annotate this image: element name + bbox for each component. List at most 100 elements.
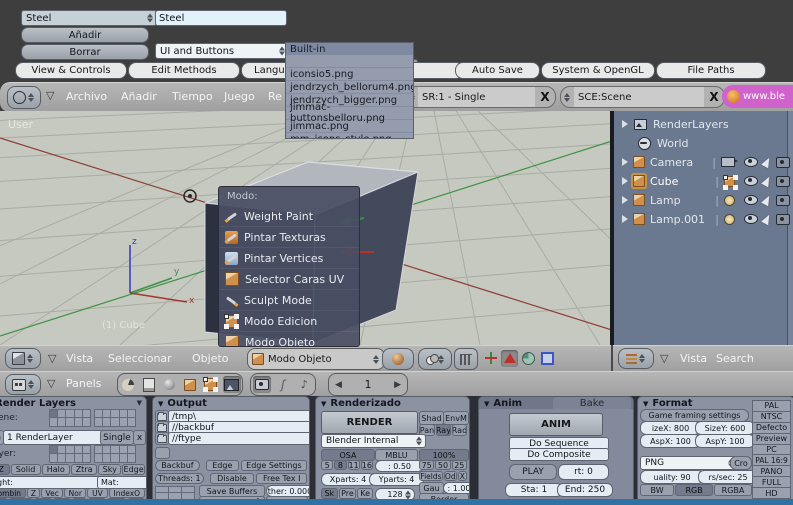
translate-manipulator-toggle[interactable] xyxy=(482,350,499,367)
expand-icon[interactable] xyxy=(622,177,628,185)
osa-16[interactable]: 16 xyxy=(360,460,373,470)
panel-collapse-icon[interactable]: ▼ xyxy=(643,400,648,408)
editing-context-button[interactable] xyxy=(202,376,220,393)
quality-field[interactable]: uality: 90 xyxy=(640,470,704,484)
scene-layers-grid[interactable] xyxy=(48,408,92,427)
editor-type-dropdown[interactable] xyxy=(5,348,41,369)
panel-collapse-icon[interactable]: ▼ xyxy=(484,400,489,408)
delete-layer-button[interactable]: x xyxy=(133,430,146,445)
toggle-allz[interactable]: Z xyxy=(0,464,10,475)
menu-anadir[interactable]: Añadir xyxy=(121,90,157,103)
menu-juego[interactable]: Juego xyxy=(224,90,255,103)
fps-field[interactable]: rs/sec: 25 xyxy=(698,470,758,484)
manipulator-toggle[interactable] xyxy=(454,348,478,370)
tab-anim[interactable]: ▼ Anim xyxy=(484,398,522,409)
free-tex-toggle[interactable]: Free Tex I xyxy=(256,473,307,484)
tab-view-controls[interactable]: View & Controls xyxy=(15,62,127,79)
fields-x-toggle[interactable]: X xyxy=(457,471,467,481)
sizex-field[interactable]: izeX: 800 xyxy=(640,421,701,435)
draw-type-dropdown[interactable] xyxy=(382,348,414,370)
screen-field[interactable]: SR:1 - Single xyxy=(418,87,535,107)
aspy-field[interactable]: AspY: 100 xyxy=(695,434,755,448)
start-frame-field[interactable]: Sta: 1 xyxy=(505,483,563,497)
key-toggle[interactable]: Ke xyxy=(357,488,373,499)
yparts-field[interactable]: Yparts: 4 xyxy=(369,473,424,486)
pass-vec[interactable]: Vec xyxy=(41,488,64,498)
toggle-halo[interactable]: Halo xyxy=(41,464,70,475)
rotate-manipulator-toggle[interactable] xyxy=(501,349,518,367)
preset-pano[interactable]: PANO xyxy=(752,466,791,478)
display-grid[interactable] xyxy=(154,485,196,500)
do-composite-toggle[interactable]: Do Composite xyxy=(509,448,609,461)
visibility-toggle-icon[interactable] xyxy=(744,176,758,186)
toggle-ztra[interactable]: Ztra xyxy=(70,464,98,475)
menu-render[interactable]: Re xyxy=(268,90,282,103)
scene-layers-grid2[interactable] xyxy=(93,408,137,427)
visibility-toggle-icon[interactable] xyxy=(744,214,758,224)
manipulator-space-toggle[interactable] xyxy=(539,350,556,367)
option-iconsio5[interactable]: iconsio5.png xyxy=(286,67,413,80)
sequencer-subcontext-button[interactable]: ʃ xyxy=(274,376,292,393)
preset-default[interactable]: Defecto xyxy=(752,422,791,434)
renderlayer-name-field[interactable]: 1 RenderLayer xyxy=(3,430,107,445)
renderability-toggle-icon[interactable] xyxy=(776,156,790,168)
panel-collapse-icon[interactable]: ▼ xyxy=(158,400,163,408)
panel-collapse-icon[interactable]: ▼ xyxy=(321,400,326,408)
size-25[interactable]: 25 xyxy=(451,460,467,470)
stepper-icon[interactable] xyxy=(147,13,154,23)
odd-toggle[interactable]: Od xyxy=(443,471,457,481)
play-button[interactable]: PLAY xyxy=(509,464,557,480)
object-context-button[interactable] xyxy=(181,376,199,393)
pass-combined[interactable]: ombin xyxy=(0,488,26,498)
size-75[interactable]: 75 xyxy=(419,460,435,470)
selectability-toggle-icon[interactable] xyxy=(761,212,773,226)
script-context-button[interactable] xyxy=(140,376,158,393)
shading-context-button[interactable] xyxy=(161,376,179,393)
outliner-menu-vista[interactable]: Vista xyxy=(680,352,707,365)
layer-grid[interactable] xyxy=(48,444,92,463)
end-frame-field[interactable]: End: 250 xyxy=(557,483,613,497)
menu-panels[interactable]: Panels xyxy=(66,377,101,390)
outliner-row-camera[interactable]: Camera | xyxy=(622,153,790,171)
rgba-toggle[interactable]: RGBA xyxy=(714,484,752,496)
panel-title[interactable]: ▼ Renderizado xyxy=(321,398,401,409)
xparts-field[interactable]: Xparts: 4 xyxy=(321,473,375,486)
mode-item-uv-face-select[interactable]: Selector Caras UV xyxy=(219,269,359,290)
theme-selector[interactable]: Steel xyxy=(21,10,157,26)
pass-z[interactable]: Z xyxy=(26,488,41,498)
mode-item-texture-paint[interactable]: Pintar Texturas xyxy=(219,227,359,248)
menu-seleccionar[interactable]: Seleccionar xyxy=(108,352,172,365)
crop-toggle[interactable]: Cro xyxy=(730,456,752,470)
envmap-toggle[interactable]: EnvM xyxy=(443,411,469,425)
expand-icon[interactable] xyxy=(622,215,628,223)
panel-collapse-icon[interactable]: ▼ xyxy=(137,399,142,407)
shadow-toggle[interactable]: Shad xyxy=(419,411,444,425)
disable-toggle[interactable]: Disable xyxy=(209,473,255,484)
panel-title[interactable]: ▼ Output xyxy=(158,398,207,409)
mode-item-object-mode[interactable]: Modo Objeto xyxy=(219,332,359,346)
render-subcontext-button[interactable] xyxy=(252,376,271,393)
edge-toggle[interactable]: Edge xyxy=(205,460,239,471)
outliner[interactable]: RenderLayers World Camera | Cube | Lamp … xyxy=(614,111,793,345)
panel-title[interactable]: Render Layers xyxy=(0,398,76,409)
outliner-row-world[interactable]: World xyxy=(638,134,788,152)
pass-indexob[interactable]: IndexO xyxy=(108,488,145,498)
outliner-row-renderlayers[interactable]: RenderLayers xyxy=(622,115,787,133)
aspx-field[interactable]: AspX: 100 xyxy=(640,434,701,448)
browse-ftype-button[interactable] xyxy=(155,432,169,445)
menu-objeto[interactable]: Objeto xyxy=(192,352,229,365)
mblur-factor-field[interactable]: : 0.50 xyxy=(375,460,424,472)
screen-close-button[interactable]: X xyxy=(535,90,555,104)
raytracing-toggle[interactable]: Ray xyxy=(435,424,451,436)
mode-item-weight-paint[interactable]: Weight Paint xyxy=(219,206,359,227)
ftype-path-field[interactable]: //ftype xyxy=(168,432,309,445)
scene-close-button[interactable]: X xyxy=(704,90,724,104)
osa-8[interactable]: 8 xyxy=(334,460,347,470)
renderability-toggle-icon[interactable] xyxy=(776,194,790,206)
pass-nor[interactable]: Nor xyxy=(64,488,87,498)
preset-pal169[interactable]: PAL 16:9 xyxy=(752,455,791,467)
preset-full[interactable]: FULL xyxy=(752,477,791,489)
tab-bake[interactable]: Bake xyxy=(553,397,631,409)
add-theme-button[interactable]: Añadir xyxy=(21,27,149,43)
menu-tiempo[interactable]: Tiempo xyxy=(172,90,213,103)
